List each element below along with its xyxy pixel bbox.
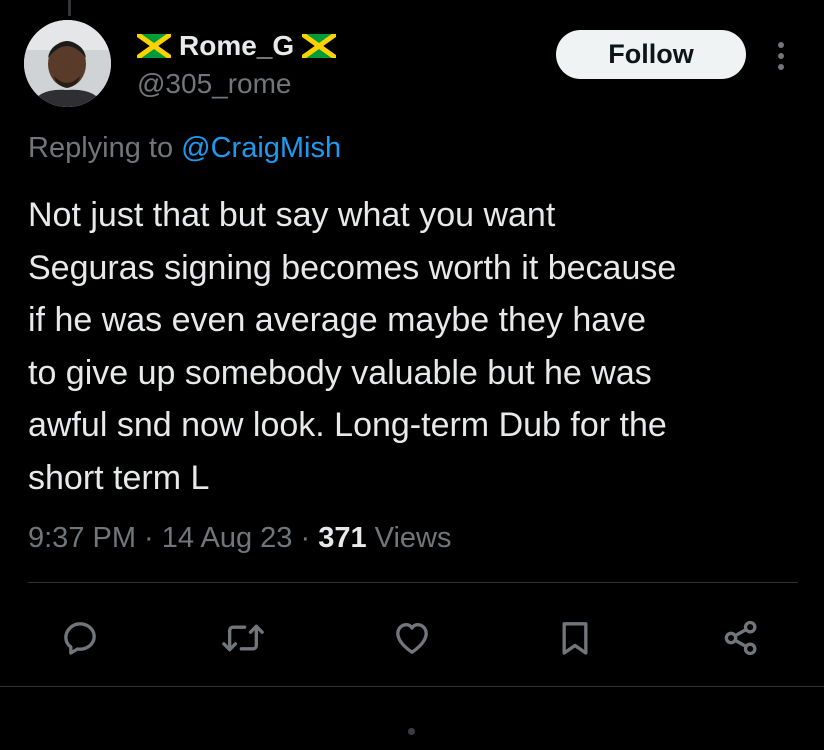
like-button[interactable] xyxy=(382,608,442,668)
heart-icon xyxy=(392,618,432,658)
jamaica-flag-icon xyxy=(137,34,171,58)
author-name-row[interactable]: Rome_G xyxy=(137,26,337,66)
divider xyxy=(28,582,798,583)
reply-icon xyxy=(60,618,100,658)
views-label[interactable]: Views xyxy=(367,522,452,554)
thread-connector-line xyxy=(68,0,71,16)
follow-button[interactable]: Follow xyxy=(556,30,746,79)
author-block: Rome_G @305_rome xyxy=(137,26,337,102)
author-name: Rome_G xyxy=(179,30,295,61)
scroll-indicator-dot xyxy=(408,728,415,735)
tweet-text: Not just that but say what you want Segu… xyxy=(28,196,677,497)
retweet-button[interactable] xyxy=(213,608,273,668)
share-icon xyxy=(721,618,761,658)
retweet-icon xyxy=(221,618,265,658)
replying-to-mention-link[interactable]: @CraigMish xyxy=(181,132,341,164)
tweet-time[interactable]: 9:37 PM xyxy=(28,522,136,554)
meta-separator: · xyxy=(292,522,319,554)
views-count[interactable]: 371 xyxy=(318,522,366,554)
avatar[interactable] xyxy=(24,20,111,107)
reply-button[interactable] xyxy=(50,608,110,668)
author-handle[interactable]: @305_rome xyxy=(137,66,336,102)
share-button[interactable] xyxy=(711,608,771,668)
tweet-date[interactable]: 14 Aug 23 xyxy=(162,522,293,554)
avatar-image xyxy=(24,20,111,107)
bookmark-icon xyxy=(555,618,595,658)
tweet-meta: 9:37 PM · 14 Aug 23 · 371 Views xyxy=(28,518,451,558)
meta-separator: · xyxy=(136,522,162,554)
jamaica-flag-icon xyxy=(302,34,337,58)
more-vertical-icon[interactable] xyxy=(770,38,792,74)
action-bar xyxy=(0,608,824,668)
replying-to-prefix: Replying to xyxy=(28,132,182,164)
replying-to-line: Replying to @CraigMish xyxy=(28,128,341,168)
divider xyxy=(0,686,824,687)
bookmark-button[interactable] xyxy=(545,608,605,668)
